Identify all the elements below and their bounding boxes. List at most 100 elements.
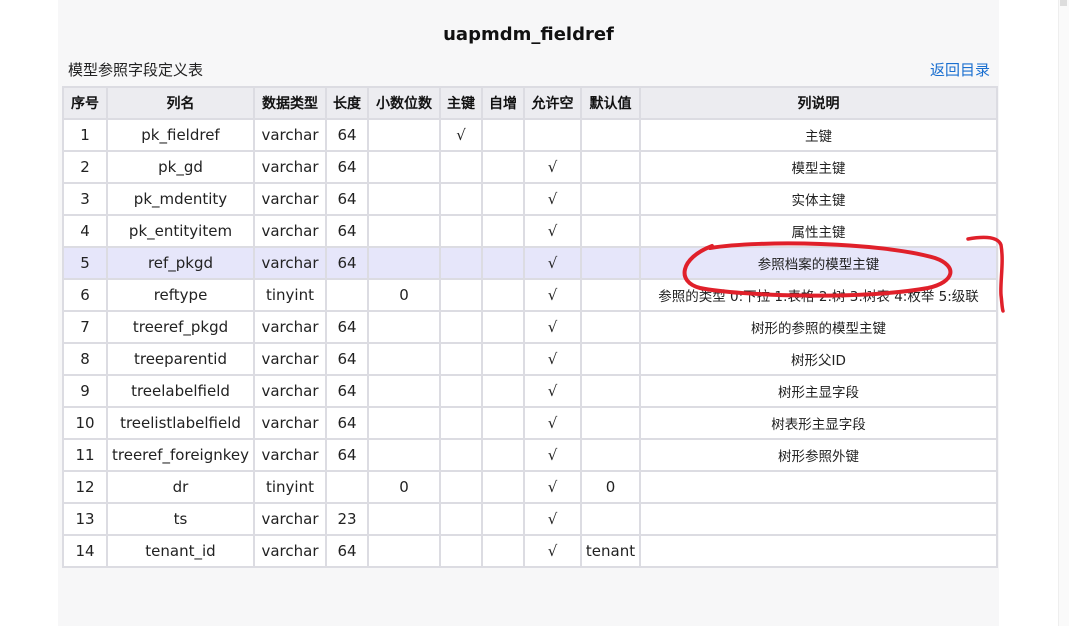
cell-data-type: varchar	[253, 502, 327, 536]
cell-column-name: treeparentid	[106, 342, 255, 376]
cell-decimals	[367, 534, 441, 568]
table-row: 1 pk_fieldref varchar 64 √ 主键	[62, 118, 998, 152]
cell-data-type: varchar	[253, 246, 327, 280]
cell-length: 64	[325, 374, 369, 408]
cell-nullable: √	[523, 534, 582, 568]
cell-decimals	[367, 438, 441, 472]
cell-nullable: √	[523, 182, 582, 216]
cell-length: 64	[325, 342, 369, 376]
cell-seq: 10	[62, 406, 108, 440]
cell-description	[639, 534, 998, 568]
cell-decimals	[367, 342, 441, 376]
header-nullable: 允许空	[523, 86, 582, 120]
cell-default	[580, 182, 641, 216]
cell-nullable: √	[523, 150, 582, 184]
cell-auto-increment	[481, 406, 525, 440]
cell-primary-key	[439, 310, 483, 344]
cell-default	[580, 278, 641, 312]
cell-length: 64	[325, 534, 369, 568]
cell-auto-increment	[481, 374, 525, 408]
cell-data-type: varchar	[253, 310, 327, 344]
header-seq: 序号	[62, 86, 108, 120]
table-row: 10 treelistlabelfield varchar 64 √ 树表形主显字段	[62, 406, 998, 440]
cell-length: 64	[325, 246, 369, 280]
cell-auto-increment	[481, 182, 525, 216]
table-row: 8 treeparentid varchar 64 √ 树形父ID	[62, 342, 998, 376]
cell-description: 树形的参照的模型主键	[639, 310, 998, 344]
cell-seq: 5	[62, 246, 108, 280]
cell-column-name: tenant_id	[106, 534, 255, 568]
scrollbar-thumb[interactable]	[1060, 0, 1067, 6]
header-auto-increment: 自增	[481, 86, 525, 120]
cell-length: 64	[325, 118, 369, 152]
cell-nullable	[523, 118, 582, 152]
cell-decimals	[367, 182, 441, 216]
cell-seq: 2	[62, 150, 108, 184]
cell-seq: 3	[62, 182, 108, 216]
cell-column-name: treelabelfield	[106, 374, 255, 408]
cell-primary-key	[439, 438, 483, 472]
cell-length: 64	[325, 438, 369, 472]
table-row: 3 pk_mdentity varchar 64 √ 实体主键	[62, 182, 998, 216]
cell-seq: 1	[62, 118, 108, 152]
cell-description: 树形主显字段	[639, 374, 998, 408]
cell-column-name: pk_mdentity	[106, 182, 255, 216]
cell-description: 树形父ID	[639, 342, 998, 376]
table-row: 13 ts varchar 23 √	[62, 502, 998, 536]
cell-description	[639, 502, 998, 536]
cell-length: 64	[325, 150, 369, 184]
cell-description: 参照档案的模型主键	[639, 246, 998, 280]
header-decimals: 小数位数	[367, 86, 441, 120]
back-to-index-link[interactable]: 返回目录	[930, 59, 990, 80]
cell-decimals: 0	[367, 470, 441, 504]
cell-nullable: √	[523, 342, 582, 376]
cell-data-type: varchar	[253, 342, 327, 376]
cell-column-name: treeref_foreignkey	[106, 438, 255, 472]
cell-seq: 7	[62, 310, 108, 344]
cell-column-name: reftype	[106, 278, 255, 312]
cell-description: 属性主键	[639, 214, 998, 248]
cell-data-type: varchar	[253, 214, 327, 248]
cell-seq: 11	[62, 438, 108, 472]
cell-column-name: pk_entityitem	[106, 214, 255, 248]
cell-description	[639, 470, 998, 504]
cell-description: 主键	[639, 118, 998, 152]
cell-auto-increment	[481, 342, 525, 376]
cell-nullable: √	[523, 278, 582, 312]
cell-description: 树形参照外键	[639, 438, 998, 472]
header-column-name: 列名	[106, 86, 255, 120]
cell-data-type: tinyint	[253, 278, 327, 312]
header-data-type: 数据类型	[253, 86, 327, 120]
cell-nullable: √	[523, 374, 582, 408]
page-scrollbar[interactable]	[1058, 0, 1069, 626]
cell-length	[325, 470, 369, 504]
table-row: 11 treeref_foreignkey varchar 64 √ 树形参照外键	[62, 438, 998, 472]
cell-primary-key	[439, 470, 483, 504]
cell-column-name: pk_fieldref	[106, 118, 255, 152]
header-primary-key: 主键	[439, 86, 483, 120]
cell-length: 64	[325, 182, 369, 216]
cell-description: 模型主键	[639, 150, 998, 184]
cell-primary-key	[439, 150, 483, 184]
cell-auto-increment	[481, 246, 525, 280]
cell-auto-increment	[481, 214, 525, 248]
cell-description: 实体主键	[639, 182, 998, 216]
table-row: 6 reftype tinyint 0 √ 参照的类型 0:下拉 1:表格 2:树 3:树…	[62, 278, 998, 312]
table-header-row: 序号 列名 数据类型 长度 小数位数 主键 自增 允许空 默认值 列说明	[62, 86, 998, 120]
table-row: 9 treelabelfield varchar 64 √ 树形主显字段	[62, 374, 998, 408]
cell-default	[580, 342, 641, 376]
cell-decimals	[367, 374, 441, 408]
field-definition-table: 序号 列名 数据类型 长度 小数位数 主键 自增 允许空 默认值 列说明 1 pk…	[62, 86, 998, 568]
header-length: 长度	[325, 86, 369, 120]
table-row: 14 tenant_id varchar 64 √ tenant	[62, 534, 998, 568]
cell-decimals: 0	[367, 278, 441, 312]
cell-seq: 8	[62, 342, 108, 376]
cell-default	[580, 246, 641, 280]
cell-decimals	[367, 310, 441, 344]
cell-auto-increment	[481, 438, 525, 472]
cell-auto-increment	[481, 502, 525, 536]
cell-default: 0	[580, 470, 641, 504]
cell-column-name: treelistlabelfield	[106, 406, 255, 440]
cell-column-name: pk_gd	[106, 150, 255, 184]
header-default: 默认值	[580, 86, 641, 120]
